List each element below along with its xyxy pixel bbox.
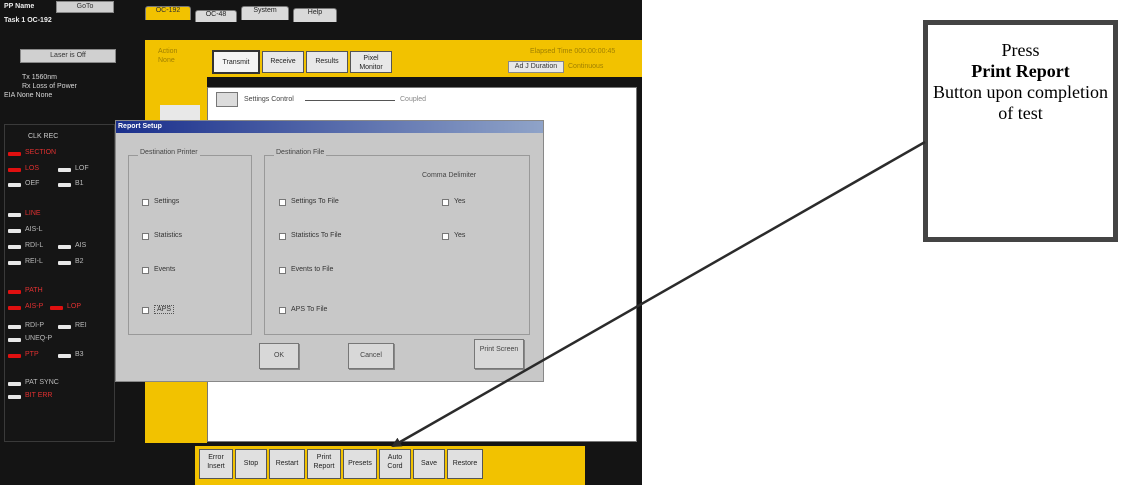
pointer-arrow	[391, 140, 926, 448]
arrow-line	[391, 140, 926, 448]
